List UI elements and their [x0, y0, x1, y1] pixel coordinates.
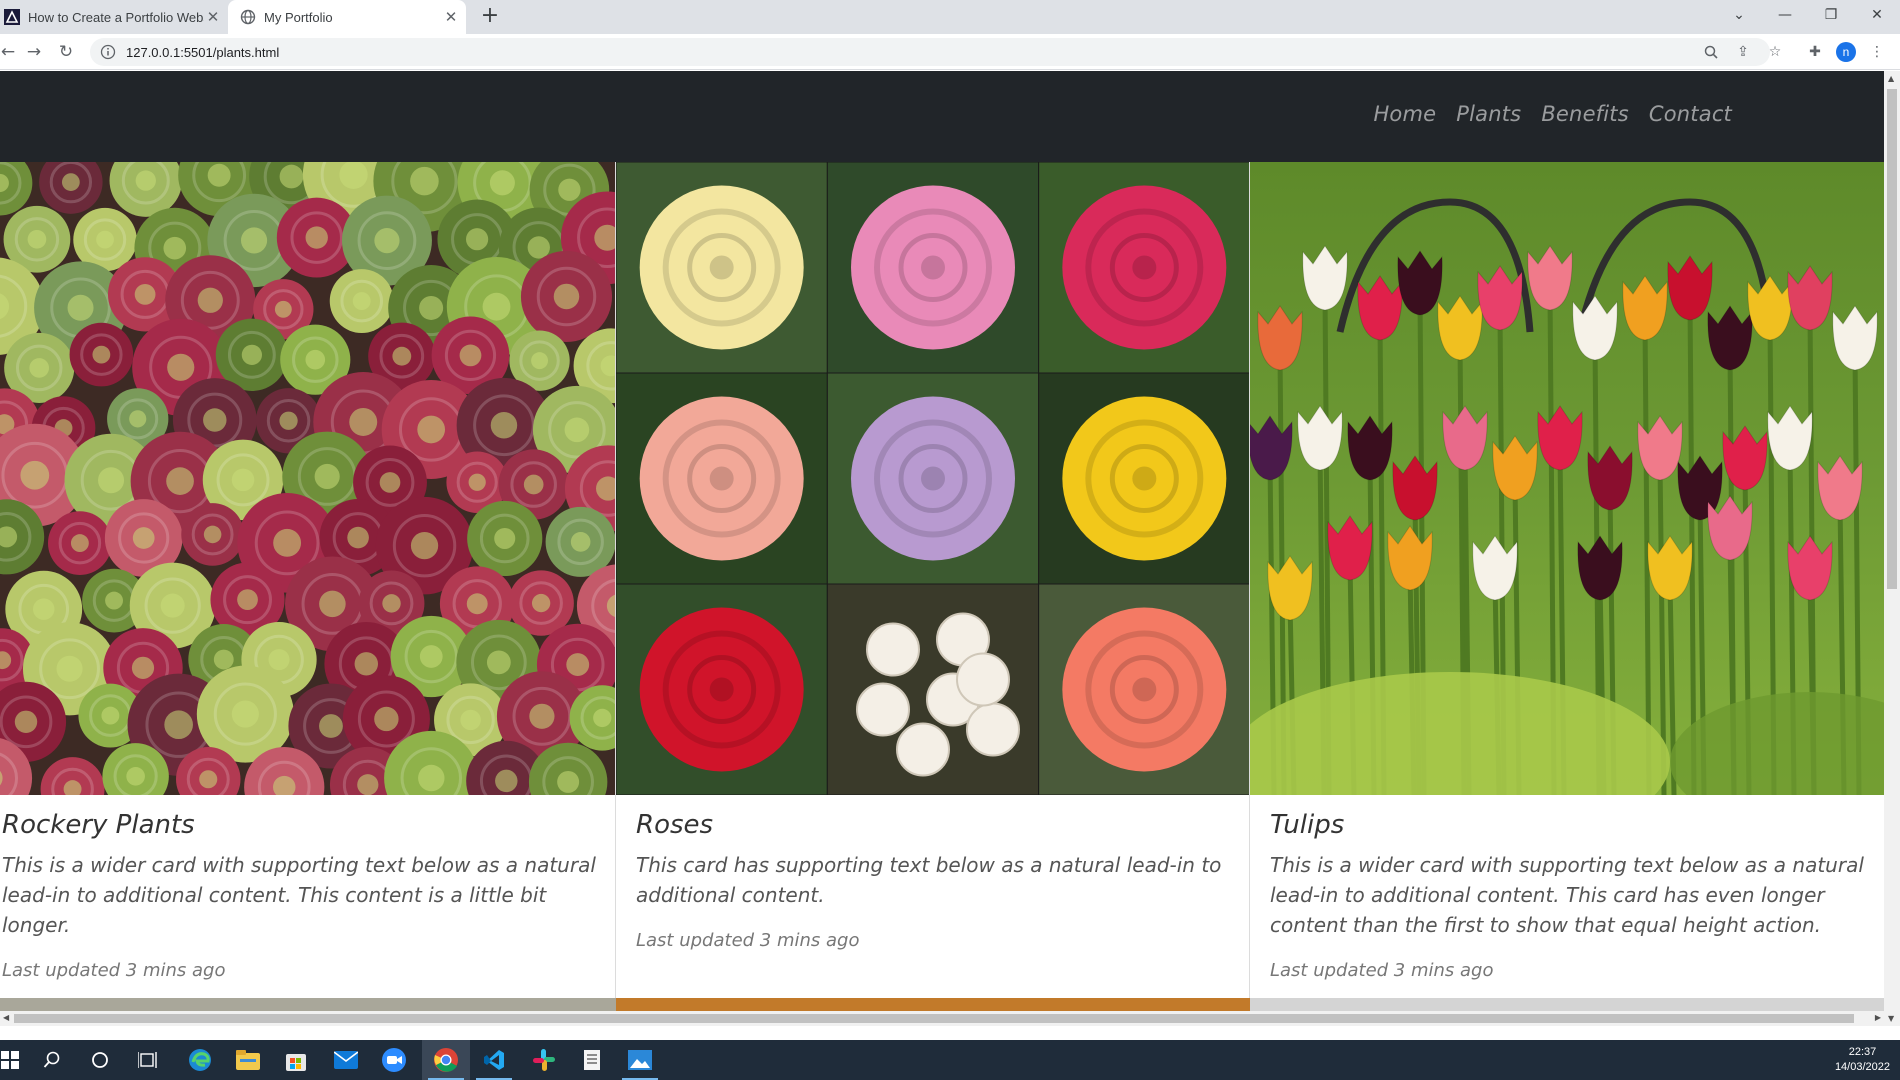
- nav-link-home[interactable]: Home: [1373, 102, 1436, 126]
- window-close-icon[interactable]: ✕: [1854, 0, 1900, 30]
- card-body: Roses This card has supporting text belo…: [636, 810, 1233, 951]
- card-rockery-plants: Rockery Plants This is a wider card with…: [0, 162, 616, 1011]
- browser-toolbar: ← → ↻ 127.0.0.1:5501/plants.html ⇪ ☆ ✚ n…: [0, 34, 1900, 70]
- restore-icon[interactable]: ❐: [1808, 0, 1854, 30]
- share-icon[interactable]: ⇪: [1732, 41, 1754, 63]
- site-navbar: Home Plants Benefits Contact: [0, 71, 1884, 162]
- avatar[interactable]: n: [1836, 42, 1856, 62]
- cortana-icon[interactable]: [76, 1040, 124, 1080]
- nav-link-plants[interactable]: Plants: [1456, 102, 1521, 126]
- info-icon[interactable]: [100, 44, 116, 60]
- photos-icon[interactable]: [616, 1040, 664, 1080]
- edge-icon[interactable]: [176, 1040, 224, 1080]
- chrome-icon[interactable]: [422, 1040, 470, 1080]
- back-icon[interactable]: ←: [0, 40, 20, 64]
- next-row-image-strip: [0, 998, 1884, 1011]
- succulents-photo: [0, 162, 615, 795]
- page-viewport: Home Plants Benefits Contact Rockery Pla…: [0, 71, 1884, 1011]
- store-icon[interactable]: [272, 1040, 320, 1080]
- document-app-icon[interactable]: [568, 1040, 616, 1080]
- card-updated-text: Last updated 3 mins ago: [2, 960, 226, 981]
- card-title: Tulips: [1270, 810, 1345, 840]
- clock-time: 22:37: [1848, 1046, 1877, 1058]
- new-tab-icon[interactable]: +: [478, 5, 502, 29]
- task-view-icon[interactable]: [124, 1040, 172, 1080]
- roses-collage-photo: [616, 162, 1249, 795]
- nav-link-benefits[interactable]: Benefits: [1541, 102, 1629, 126]
- reload-icon[interactable]: ↻: [54, 40, 78, 64]
- scroll-thumb[interactable]: [14, 1014, 1854, 1023]
- nav-link-contact[interactable]: Contact: [1649, 102, 1732, 126]
- close-icon[interactable]: ✕: [204, 8, 222, 26]
- tab-strip: How to Create a Portfolio Websit ✕ My Po…: [0, 0, 1900, 34]
- tab-my-portfolio[interactable]: My Portfolio ✕: [228, 0, 466, 34]
- tab-title: My Portfolio: [264, 9, 333, 25]
- tab-tutorial[interactable]: How to Create a Portfolio Websit ✕: [0, 0, 228, 34]
- file-explorer-icon[interactable]: [224, 1040, 272, 1080]
- card-updated-text: Last updated 3 mins ago: [1270, 960, 1494, 981]
- minimize-icon[interactable]: —: [1762, 0, 1808, 30]
- address-bar[interactable]: 127.0.0.1:5501/plants.html: [90, 38, 1770, 66]
- scroll-down-icon[interactable]: ▼: [1888, 1014, 1894, 1023]
- vscode-icon[interactable]: [470, 1040, 518, 1080]
- horizontal-scrollbar[interactable]: ◀ ▶: [0, 1011, 1884, 1026]
- tulips-photo: [1250, 162, 1884, 795]
- tab-title: How to Create a Portfolio Websit: [28, 9, 204, 25]
- system-clock[interactable]: 22:37 14/03/2022: [1835, 1045, 1890, 1075]
- forward-icon[interactable]: →: [22, 40, 46, 64]
- nav-links: Home Plants Benefits Contact: [1373, 102, 1732, 126]
- scroll-left-icon[interactable]: ◀: [3, 1013, 9, 1022]
- mail-icon[interactable]: [322, 1040, 370, 1080]
- bookmark-star-icon[interactable]: ☆: [1764, 41, 1786, 63]
- extensions-icon[interactable]: ✚: [1804, 41, 1826, 63]
- search-icon[interactable]: [28, 1040, 76, 1080]
- card-roses: Roses This card has supporting text belo…: [616, 162, 1250, 1011]
- scroll-right-icon[interactable]: ▶: [1875, 1013, 1881, 1022]
- slack-icon[interactable]: [520, 1040, 568, 1080]
- zoom-app-icon[interactable]: [370, 1040, 418, 1080]
- brand-logo-icon: [4, 9, 20, 25]
- card-title: Roses: [636, 810, 714, 840]
- card-text: This is a wider card with supporting tex…: [1270, 853, 1864, 937]
- zoom-icon[interactable]: [1700, 41, 1722, 63]
- vertical-scrollbar[interactable]: ▲ ▼: [1884, 71, 1900, 1026]
- scroll-up-icon[interactable]: ▲: [1888, 74, 1894, 83]
- card-title: Rockery Plants: [2, 810, 195, 840]
- url-text: 127.0.0.1:5501/plants.html: [126, 44, 280, 60]
- card-text: This is a wider card with supporting tex…: [2, 853, 596, 937]
- close-icon[interactable]: ✕: [442, 8, 460, 26]
- scroll-thumb[interactable]: [1887, 89, 1897, 589]
- card-body: Rockery Plants This is a wider card with…: [2, 810, 599, 981]
- menu-kebab-icon[interactable]: ⋮: [1866, 41, 1888, 63]
- windows-taskbar: 22:37 14/03/2022: [0, 1040, 1900, 1080]
- card-body: Tulips This is a wider card with support…: [1270, 810, 1868, 981]
- clock-date: 14/03/2022: [1834, 1061, 1890, 1073]
- tab-search-icon[interactable]: ⌄: [1716, 0, 1762, 30]
- globe-icon: [240, 9, 256, 25]
- card-text: This card has supporting text below as a…: [636, 853, 1222, 907]
- card-group: Rockery Plants This is a wider card with…: [0, 162, 1884, 1011]
- card-updated-text: Last updated 3 mins ago: [636, 930, 860, 951]
- card-tulips: Tulips This is a wider card with support…: [1250, 162, 1884, 1011]
